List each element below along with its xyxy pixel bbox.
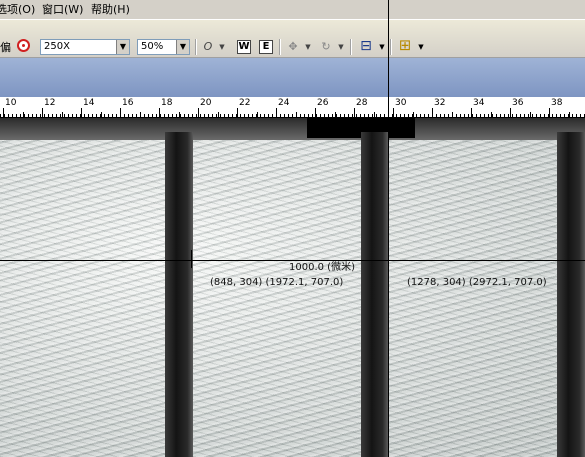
grating-line: [557, 132, 585, 457]
ruler-label: 14: [83, 98, 95, 108]
ruler-major-tick: [315, 108, 316, 117]
ruler-minor-tick: [218, 112, 219, 117]
toolbar-separator: [279, 39, 281, 55]
measure-icon[interactable]: ⊟: [357, 38, 375, 54]
ruler-label: 28: [356, 98, 368, 108]
ruler-label: 20: [200, 98, 212, 108]
ruler-major-tick: [198, 108, 199, 117]
ruler-minor-tick: [140, 112, 141, 117]
menu-help[interactable]: 帮助(H): [91, 0, 130, 19]
ruler-major-tick: [510, 108, 511, 117]
chevron-down-icon[interactable]: ▼: [378, 39, 386, 55]
menu-window[interactable]: 窗口(W): [42, 0, 83, 19]
ruler-major-tick: [354, 108, 355, 117]
ruler-major-tick: [432, 108, 433, 117]
ruler-major-tick: [549, 108, 550, 117]
ruler-minor-tick: [569, 112, 570, 117]
ruler-minor-tick: [335, 112, 336, 117]
ruler-label: 26: [317, 98, 329, 108]
horizontal-ruler: 10 12 14 16 18 20 22 24 26 28 30 32 34 36 38: [0, 97, 585, 118]
ruler-minor-tick: [530, 112, 531, 117]
move-icon[interactable]: ✥: [285, 39, 301, 55]
ruler-label: 18: [161, 98, 173, 108]
grating-line: [361, 132, 388, 457]
chevron-down-icon[interactable]: ▼: [176, 40, 189, 54]
ruler-label: 30: [395, 98, 407, 108]
toolbar-separator: [195, 39, 197, 55]
ruler-hatch: [0, 114, 585, 117]
menu-options[interactable]: 选项(O): [0, 0, 35, 19]
chevron-down-icon[interactable]: ▼: [218, 39, 226, 55]
ruler-major-tick: [3, 108, 4, 117]
ruler-minor-tick: [257, 112, 258, 117]
ruler-minor-tick: [491, 112, 492, 117]
ruler-major-tick: [159, 108, 160, 117]
chevron-down-icon[interactable]: ▼: [417, 39, 425, 55]
ruler-minor-tick: [179, 112, 180, 117]
measurement-distance: 1000.0 (微米): [289, 262, 355, 273]
ruler-major-tick: [393, 108, 394, 117]
ruler-icon[interactable]: ⊞: [396, 37, 414, 53]
menu-bar: 选项(O) 窗口(W) 帮助(H): [0, 0, 585, 20]
ruler-major-tick: [120, 108, 121, 117]
ruler-minor-tick: [23, 112, 24, 117]
grating-line: [165, 132, 193, 457]
toolbar-separator: [390, 39, 392, 55]
target-icon[interactable]: [17, 39, 30, 52]
e-button[interactable]: E: [259, 40, 273, 54]
ruler-minor-tick: [452, 112, 453, 117]
toolbar-separator: [350, 39, 352, 55]
ruler-minor-tick: [62, 112, 63, 117]
ruler-major-tick: [237, 108, 238, 117]
ruler-minor-tick: [101, 112, 102, 117]
chevron-down-icon[interactable]: ▼: [337, 39, 345, 55]
ruler-label: 32: [434, 98, 446, 108]
ruler-major-tick: [81, 108, 82, 117]
chevron-down-icon[interactable]: ▼: [116, 40, 129, 54]
image-top-band: [0, 118, 585, 140]
ruler-major-tick: [276, 108, 277, 117]
document-title-strip: [0, 58, 585, 97]
w-button[interactable]: W: [237, 40, 251, 54]
ruler-label: 34: [473, 98, 485, 108]
toolbar-left-label: 偏: [0, 41, 11, 54]
ruler-label: 16: [122, 98, 134, 108]
zoom-select[interactable]: 50% ▼: [137, 39, 190, 55]
measurement-point-2: (1278, 304) (2972.1, 707.0): [407, 277, 547, 288]
magnification-value: 250X: [44, 41, 70, 52]
ruler-major-tick: [42, 108, 43, 117]
ruler-major-tick: [471, 108, 472, 117]
ruler-label: 24: [278, 98, 290, 108]
measurement-start-tick: [191, 250, 192, 268]
chevron-down-icon[interactable]: ▼: [304, 39, 312, 55]
measurement-point-1: (848, 304) (1972.1, 707.0): [210, 277, 344, 288]
ruler-minor-tick: [374, 112, 375, 117]
vertical-cursor-line[interactable]: [388, 0, 389, 457]
ruler-label: 12: [44, 98, 56, 108]
ruler-label: 22: [239, 98, 251, 108]
ruler-minor-tick: [413, 112, 414, 117]
ruler-label: 38: [551, 98, 563, 108]
oval-tool-button[interactable]: O: [201, 39, 215, 55]
ruler-label: 36: [512, 98, 524, 108]
rotate-icon[interactable]: ↻: [318, 39, 334, 55]
ruler-minor-tick: [296, 112, 297, 117]
magnification-select[interactable]: 250X ▼: [40, 39, 130, 55]
ruler-label: 10: [5, 98, 17, 108]
zoom-value: 50%: [141, 41, 164, 52]
